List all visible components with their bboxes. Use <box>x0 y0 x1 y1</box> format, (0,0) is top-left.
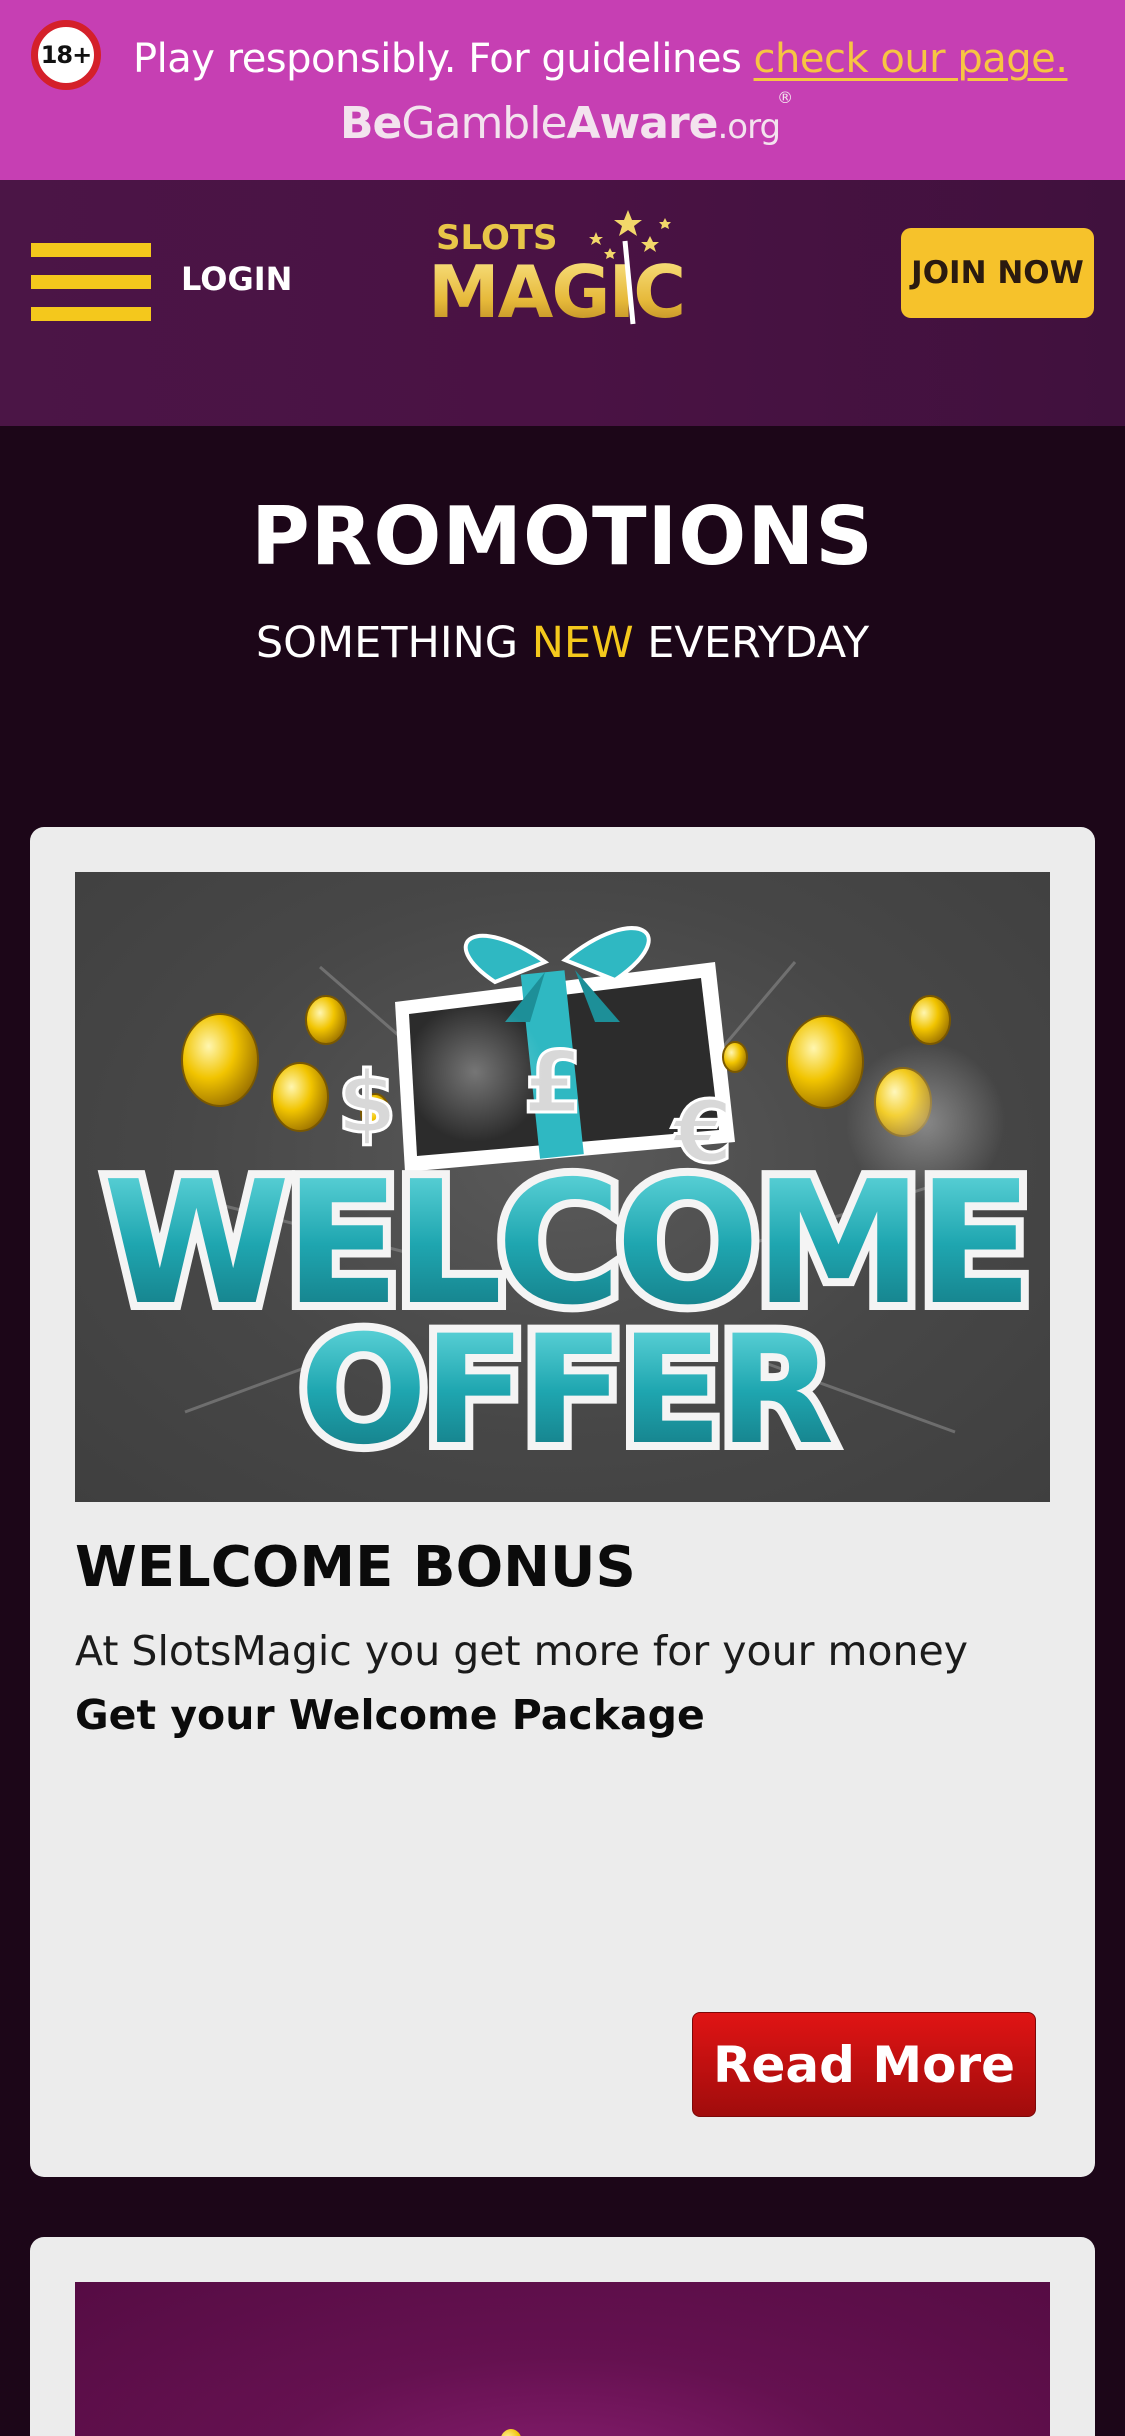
site-header: LOGIN SLOTS MAGIC JOIN NOW <box>0 180 1125 426</box>
subtitle-highlight: NEW <box>531 618 634 668</box>
dollar-symbol: $ <box>337 1053 397 1153</box>
card-cta-text: Get your Welcome Package <box>75 1691 705 1739</box>
welcome-offer-image[interactable]: $ £ € WELCOME OFFER <box>75 872 1050 1502</box>
guidelines-link[interactable]: check our page. <box>754 36 1068 82</box>
registered-mark: ® <box>777 88 793 107</box>
join-now-button[interactable]: JOIN NOW <box>901 228 1094 318</box>
responsible-gambling-text: Play responsibly. For guidelines check o… <box>133 36 1068 82</box>
promotion-image[interactable] <box>75 2282 1050 2436</box>
responsible-gambling-banner: 18+ Play responsibly. For guidelines che… <box>0 0 1125 180</box>
age-restriction-icon: 18+ <box>31 20 101 90</box>
gold-coin-icon <box>500 2429 522 2436</box>
guidelines-text: Play responsibly. For guidelines <box>133 36 754 82</box>
read-more-button[interactable]: Read More <box>692 2012 1036 2117</box>
welcome-offer-illustration: $ £ € WELCOME OFFER <box>95 926 1041 1486</box>
card-description: At SlotsMagic you get more for your mone… <box>75 1627 968 1675</box>
login-link[interactable]: LOGIN <box>181 260 292 298</box>
promotion-card <box>30 2237 1095 2436</box>
magic-wand-stars-icon <box>589 210 671 325</box>
promotion-card: $ £ € WELCOME OFFER WELCOME BONUS At Slo… <box>30 827 1095 2177</box>
hamburger-menu-icon[interactable] <box>31 243 151 321</box>
begambleaware-logo[interactable]: BeGambleAware.org ® <box>340 88 793 149</box>
card-title: WELCOME BONUS <box>75 1535 636 1600</box>
slots-magic-logo[interactable]: SLOTS MAGIC <box>428 206 698 336</box>
page-title: PROMOTIONS <box>251 490 874 583</box>
page-subtitle: SOMETHING NEW EVERYDAY <box>255 618 870 668</box>
offer-text: OFFER <box>300 1304 832 1478</box>
